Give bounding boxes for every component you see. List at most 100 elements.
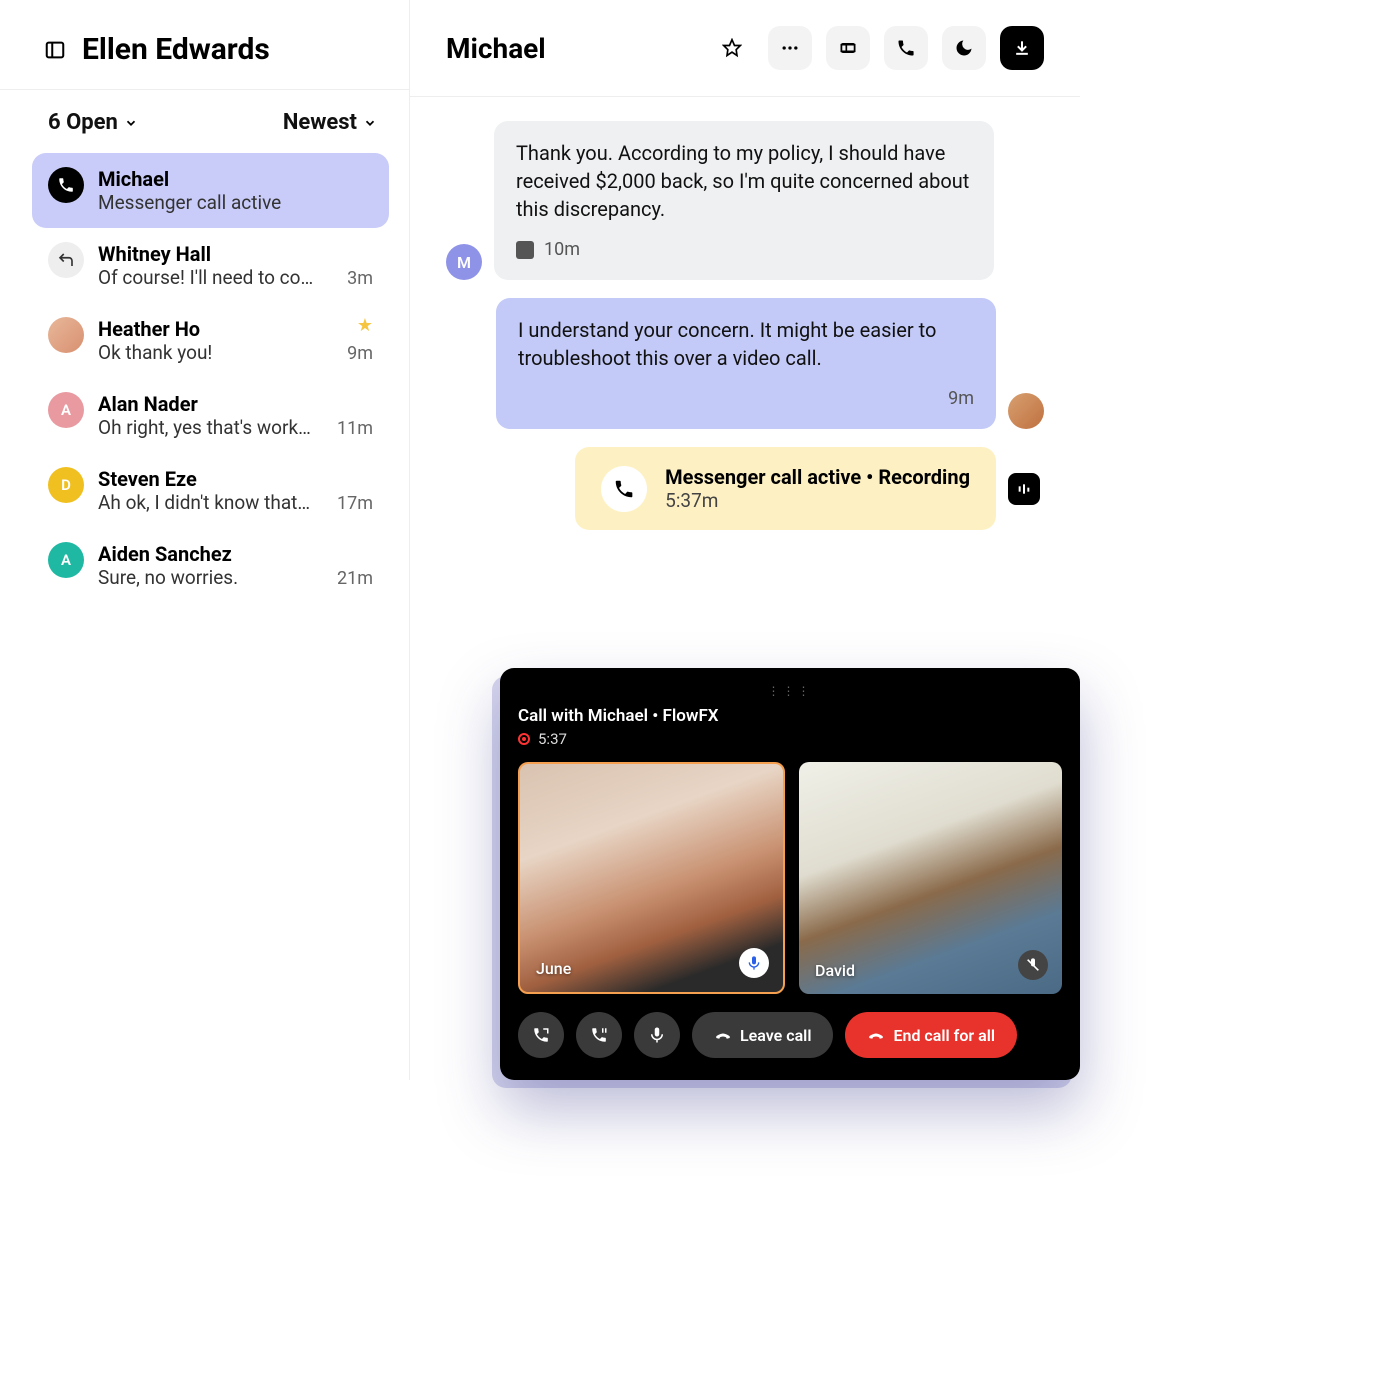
chevron-down-icon [363, 116, 377, 130]
conversation-item[interactable]: Michael Messenger call active [32, 153, 389, 228]
moon-icon [954, 38, 974, 58]
conversation-name: Whitney Hall [98, 242, 373, 266]
conversation-list: Michael Messenger call active Whitney Ha… [0, 147, 409, 603]
ticket-button[interactable] [826, 26, 870, 70]
microphone-icon [648, 1026, 666, 1044]
sidebar-filters: 6 Open Newest [0, 90, 409, 147]
avatar [48, 317, 84, 353]
participant-tiles: June David [518, 762, 1062, 994]
call-controls: Leave call End call for all [518, 1012, 1062, 1058]
sender-avatar: M [446, 244, 482, 280]
conversation-time: 21m [337, 568, 373, 589]
sidebar: Ellen Edwards 6 Open Newest Michael Mess… [0, 0, 410, 1080]
hold-call-button[interactable] [576, 1012, 622, 1058]
message-text: I understand your concern. It might be e… [518, 316, 974, 372]
archive-icon [1012, 38, 1032, 58]
phone-icon [601, 466, 647, 512]
close-conversation-button[interactable] [1000, 26, 1044, 70]
avatar: A [48, 542, 84, 578]
call-status-card[interactable]: Messenger call active • Recording 5:37m [575, 447, 996, 530]
reply-icon [48, 242, 84, 278]
more-button[interactable] [768, 26, 812, 70]
call-button[interactable] [884, 26, 928, 70]
conversation-pane: Michael M Thank y [410, 0, 1080, 1080]
avatar: A [48, 392, 84, 428]
phone-outgoing-icon [532, 1026, 550, 1044]
conversation-item[interactable]: D Steven Eze Ah ok, I didn't know that… … [32, 453, 389, 528]
conversation-name: Alan Nader [98, 392, 373, 416]
inbox-owner: Ellen Edwards [82, 32, 270, 67]
conversation-preview: Messenger call active [98, 191, 373, 214]
conversation-preview: Oh right, yes that's work… [98, 416, 373, 439]
sort-filter-label: Newest [283, 110, 357, 135]
end-call-button[interactable]: End call for all [845, 1012, 1017, 1058]
conversation-time: 11m [337, 418, 373, 439]
record-icon [518, 733, 530, 745]
phone-icon [896, 38, 916, 58]
conversation-preview: Ah ok, I didn't know that… [98, 491, 373, 514]
conversation-name: Heather Ho [98, 317, 373, 341]
message-incoming: M Thank you. According to my policy, I s… [446, 121, 1044, 280]
conversation-item[interactable]: A Alan Nader Oh right, yes that's work… … [32, 378, 389, 453]
conversation-title: Michael [446, 32, 696, 65]
sort-filter[interactable]: Newest [283, 110, 377, 135]
conversation-item[interactable]: Whitney Hall Of course! I'll need to co…… [32, 228, 389, 303]
call-window: ⋮⋮⋮ Call with Michael • FlowFX 5:37 June… [500, 668, 1080, 1080]
conversation-header: Michael [410, 0, 1080, 97]
conversation-preview: Sure, no worries. [98, 566, 373, 589]
ellipsis-icon [780, 38, 800, 58]
conversation-preview: Ok thank you! [98, 341, 373, 364]
star-button[interactable] [710, 26, 754, 70]
conversation-item[interactable]: Heather Ho Ok thank you! ★ 9m [32, 303, 389, 378]
app-badge-icon [1008, 473, 1040, 505]
message-bubble: I understand your concern. It might be e… [496, 298, 996, 429]
call-window-title: Call with Michael • FlowFX [518, 706, 1062, 726]
hangup-icon [714, 1026, 732, 1044]
message-time: 10m [544, 237, 580, 262]
message-outgoing: I understand your concern. It might be e… [446, 298, 1044, 429]
drag-handle[interactable]: ⋮⋮⋮ [518, 684, 1062, 698]
call-recording-status: 5:37 [518, 730, 1062, 748]
chevron-down-icon [124, 116, 138, 130]
sidebar-header: Ellen Edwards [0, 0, 409, 90]
hangup-icon [867, 1026, 885, 1044]
participant-tile[interactable]: David [799, 762, 1062, 994]
mute-button[interactable] [634, 1012, 680, 1058]
conversation-item[interactable]: A Aiden Sanchez Sure, no worries. 21m [32, 528, 389, 603]
conversation-time: 3m [347, 268, 373, 289]
star-icon: ★ [357, 315, 373, 336]
end-call-label: End call for all [893, 1026, 995, 1045]
open-filter-label: 6 Open [48, 110, 118, 135]
conversation-time: 17m [337, 493, 373, 514]
call-status-title: Messenger call active • Recording [665, 465, 970, 489]
conversation-name: Michael [98, 167, 373, 191]
phone-pause-icon [590, 1026, 608, 1044]
star-icon [722, 38, 742, 58]
message-time: 9m [948, 386, 974, 411]
message-bubble: Thank you. According to my policy, I sho… [494, 121, 994, 280]
open-filter[interactable]: 6 Open [48, 110, 138, 135]
microphone-icon [739, 948, 769, 978]
transfer-call-button[interactable] [518, 1012, 564, 1058]
message-text: Thank you. According to my policy, I sho… [516, 139, 972, 223]
snooze-button[interactable] [942, 26, 986, 70]
agent-avatar [1008, 393, 1044, 429]
avatar: D [48, 467, 84, 503]
panel-icon[interactable] [44, 39, 66, 61]
participant-name: David [815, 961, 855, 980]
participant-name: June [536, 959, 571, 978]
call-duration: 5:37 [538, 730, 567, 748]
leave-call-button[interactable]: Leave call [692, 1012, 833, 1058]
conversation-name: Steven Eze [98, 467, 373, 491]
source-icon [516, 241, 534, 259]
conversation-time: 9m [347, 343, 373, 364]
conversation-preview: Of course! I'll need to co… [98, 266, 373, 289]
phone-icon [48, 167, 84, 203]
microphone-muted-icon [1018, 950, 1048, 980]
message-list: M Thank you. According to my policy, I s… [410, 97, 1080, 554]
participant-tile[interactable]: June [518, 762, 785, 994]
leave-call-label: Leave call [740, 1026, 811, 1045]
call-status-time: 5:37m [665, 489, 970, 512]
ticket-icon [838, 38, 858, 58]
conversation-name: Aiden Sanchez [98, 542, 373, 566]
